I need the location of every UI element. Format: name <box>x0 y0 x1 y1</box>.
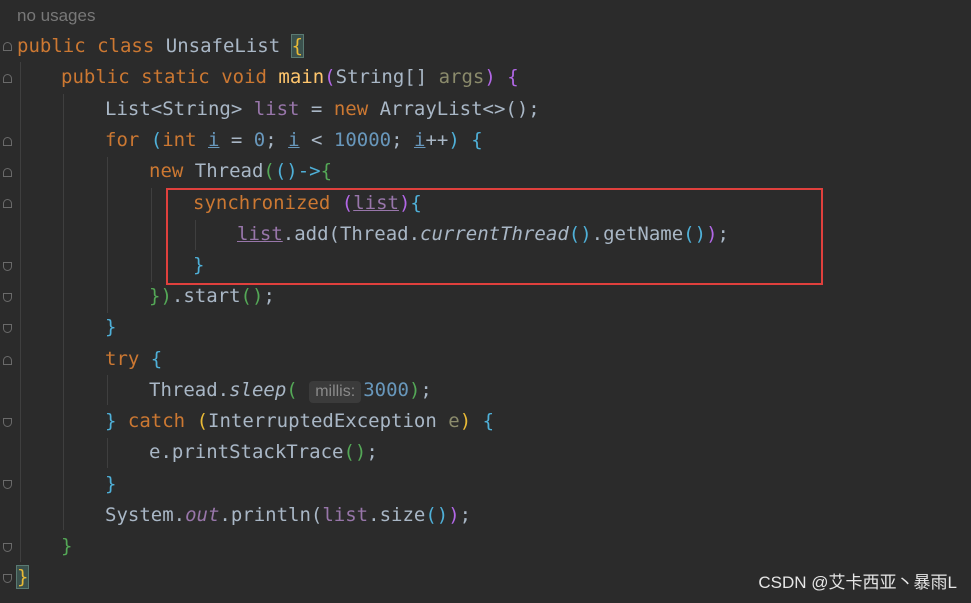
keyword: public <box>17 35 86 57</box>
code-line[interactable]: } <box>61 531 72 562</box>
method-call: .start <box>171 285 241 307</box>
param-name: e <box>448 410 460 432</box>
brace: { <box>290 34 305 58</box>
method-call: e.printStackTrace <box>149 441 344 463</box>
code-line[interactable]: for (int i = 0; i < 10000; i++) { <box>105 125 483 156</box>
static-field: out <box>185 504 220 526</box>
parameter-hint: millis: <box>309 381 362 403</box>
watermark: CSDN @艾卡西亚丶暴雨L <box>758 573 957 592</box>
keyword: public <box>61 66 130 88</box>
keyword: try <box>105 348 140 370</box>
keyword: int <box>162 129 197 151</box>
fold-marker-icon[interactable] <box>3 42 12 51</box>
class-name: Thread. <box>149 379 230 401</box>
code-line[interactable]: List<String> list = new ArrayList<>(); <box>105 94 540 125</box>
code-line[interactable]: System.out.println(list.size()); <box>105 500 471 531</box>
keyword: catch <box>127 410 186 432</box>
number: 0 <box>253 129 266 151</box>
fold-marker-icon[interactable] <box>3 137 12 146</box>
number: 10000 <box>333 129 392 151</box>
variable: list <box>253 98 300 120</box>
fold-marker-icon[interactable] <box>3 418 12 427</box>
keyword: void <box>221 66 267 88</box>
variable: list <box>322 504 369 526</box>
code-line[interactable]: new Thread(()->{ <box>149 156 332 187</box>
keyword: class <box>97 35 155 57</box>
code-line[interactable]: } <box>105 469 116 500</box>
paren: ( <box>324 66 336 88</box>
code-line[interactable]: } <box>105 312 116 343</box>
operator: = <box>299 98 334 120</box>
fold-marker-icon[interactable] <box>3 324 12 333</box>
fold-marker-icon[interactable] <box>3 293 12 302</box>
param-name: args <box>438 66 485 88</box>
method-name: main <box>278 66 325 88</box>
keyword: for <box>105 129 140 151</box>
keyword: new <box>149 160 184 182</box>
fold-marker-icon[interactable] <box>3 543 12 552</box>
highlight-box <box>166 188 823 285</box>
fold-marker-icon[interactable] <box>3 480 12 489</box>
variable: i <box>288 129 300 151</box>
lambda: ()-> <box>274 160 321 182</box>
code-line[interactable]: } <box>15 562 30 593</box>
fold-marker-icon[interactable] <box>3 168 12 177</box>
class-name: System. <box>105 504 186 526</box>
fold-marker-icon[interactable] <box>3 74 12 83</box>
code-line[interactable]: public static void main(String[] args) { <box>61 62 519 93</box>
fold-marker-icon[interactable] <box>3 574 12 583</box>
editor-gutter <box>0 0 16 603</box>
code-line[interactable]: Thread.sleep( millis: 3000); <box>149 375 432 406</box>
code-line[interactable]: try { <box>105 344 162 375</box>
static-method: sleep <box>229 379 287 401</box>
class-name: InterruptedException <box>208 410 437 432</box>
usages-hint[interactable]: no usages <box>17 0 95 31</box>
code-editor[interactable]: no usages public class UnsafeList { publ… <box>0 0 971 603</box>
class-name: Thread <box>183 160 264 182</box>
method-call: .size <box>368 504 426 526</box>
indent-guide <box>107 375 108 405</box>
code-line[interactable]: e.printStackTrace(); <box>149 437 378 468</box>
indent-guide <box>107 438 108 468</box>
fold-marker-icon[interactable] <box>3 199 12 208</box>
code-line[interactable]: } catch (InterruptedException e) { <box>105 406 494 437</box>
code-line[interactable]: public class UnsafeList { <box>17 31 305 62</box>
indent-guide <box>107 157 108 313</box>
fold-marker-icon[interactable] <box>3 356 12 365</box>
class-name: UnsafeList <box>165 35 281 57</box>
number: 3000 <box>363 379 409 401</box>
fold-marker-icon[interactable] <box>3 262 12 271</box>
type-name: String[] <box>335 66 439 88</box>
code-line[interactable]: }).start(); <box>149 281 275 312</box>
paren: ) <box>484 66 496 88</box>
brace: { <box>507 66 519 88</box>
method-call: .println( <box>219 504 323 526</box>
variable: i <box>208 129 220 151</box>
keyword: new <box>333 98 369 120</box>
indent-guide <box>20 62 21 562</box>
keyword: static <box>141 66 210 88</box>
indent-guide <box>63 94 64 530</box>
type-name: List<String> <box>105 98 254 120</box>
constructor-call: ArrayList<>(); <box>368 98 540 120</box>
indent-guide <box>151 188 152 282</box>
variable: i <box>414 129 426 151</box>
